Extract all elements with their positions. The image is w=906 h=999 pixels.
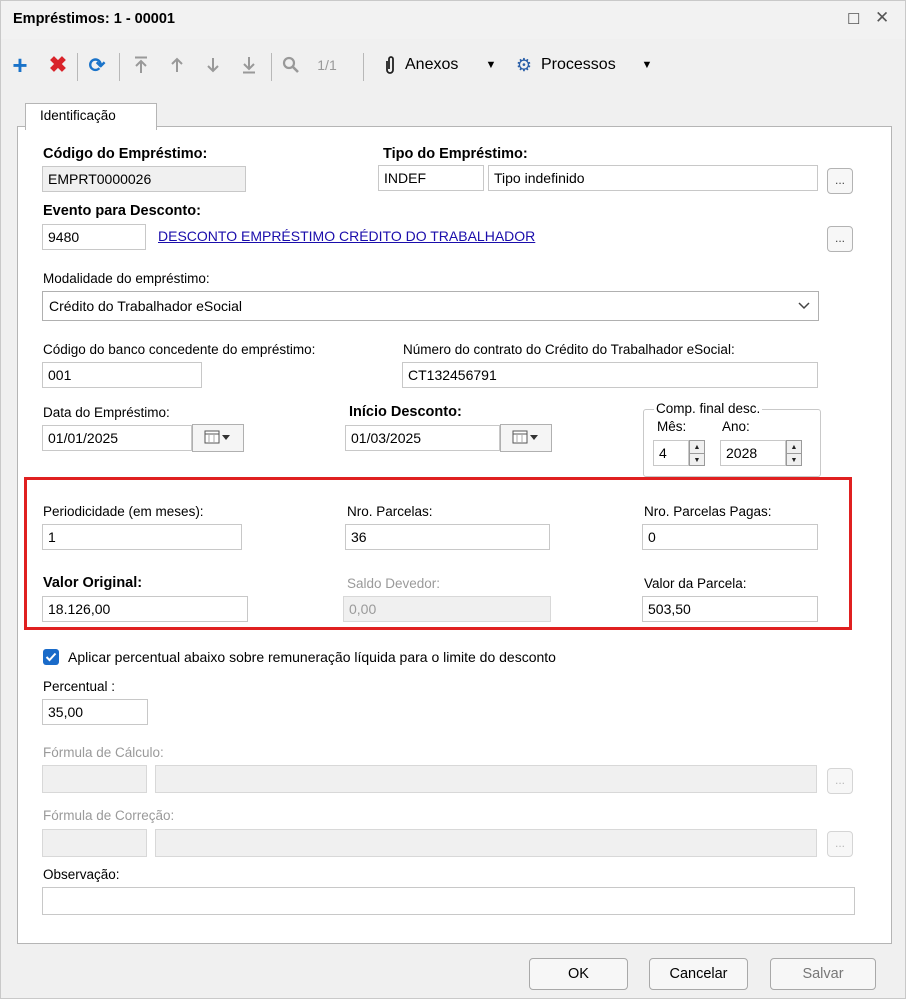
toolbar-separator [119, 53, 120, 81]
tipo-emprestimo-label: Tipo do Empréstimo: [383, 146, 528, 162]
mes-field[interactable]: 4 [653, 440, 689, 466]
gear-icon[interactable]: ⚙ [513, 52, 535, 78]
valor-original-field[interactable]: 18.126,00 [42, 596, 248, 622]
contrato-field[interactable]: CT132456791 [402, 362, 818, 388]
percentual-field[interactable]: 35,00 [42, 699, 148, 725]
calendar-icon [512, 430, 540, 447]
cancel-button[interactable]: Cancelar [649, 958, 748, 990]
processos-menu[interactable]: Processos [541, 52, 633, 78]
anexos-menu[interactable]: Anexos [405, 52, 477, 78]
ano-stepper[interactable]: ▲ ▼ [786, 440, 802, 466]
observacao-field[interactable] [42, 887, 855, 915]
chevron-down-icon[interactable]: ▼ [483, 52, 499, 78]
next-record-icon[interactable] [201, 52, 225, 78]
tipo-lookup-button[interactable]: ... [827, 168, 853, 194]
formula-calculo-lookup-button: ... [827, 768, 853, 794]
chevron-down-icon[interactable]: ▼ [639, 52, 655, 78]
page-indicator: 1/1 [317, 57, 337, 73]
nro-parcelas-pagas-label: Nro. Parcelas Pagas: [644, 504, 772, 519]
checkmark-icon [45, 649, 57, 665]
ano-field[interactable]: 2028 [720, 440, 786, 466]
evento-desconto-code-field[interactable]: 9480 [42, 224, 146, 250]
toolbar-separator [363, 53, 364, 81]
observacao-label: Observação: [43, 867, 120, 882]
data-emprestimo-label: Data do Empréstimo: [43, 405, 170, 420]
modalidade-selected-value: Crédito do Trabalhador eSocial [49, 298, 243, 314]
save-button[interactable]: Salvar [770, 958, 876, 990]
aplicar-percentual-label[interactable]: Aplicar percentual abaixo sobre remunera… [68, 649, 556, 665]
maximize-icon[interactable]: ☐ [847, 10, 860, 28]
tipo-emprestimo-code-field[interactable]: INDEF [378, 165, 484, 191]
ano-label: Ano: [722, 419, 750, 434]
data-emprestimo-calendar-button[interactable] [192, 424, 244, 452]
calendar-icon [204, 430, 232, 447]
last-record-icon[interactable] [237, 52, 261, 78]
tab-label: Identificação [40, 108, 116, 123]
valor-parcela-label: Valor da Parcela: [644, 576, 747, 591]
add-icon[interactable]: + [9, 50, 31, 80]
inicio-desconto-label: Início Desconto: [349, 404, 462, 420]
periodicidade-label: Periodicidade (em meses): [43, 504, 204, 519]
percentual-label: Percentual : [43, 679, 116, 694]
valor-original-label: Valor Original: [43, 575, 143, 591]
formula-correcao-desc-field [155, 829, 817, 857]
formula-calculo-label: Fórmula de Cálculo: [43, 745, 164, 760]
saldo-devedor-field: 0,00 [343, 596, 551, 622]
nro-parcelas-label: Nro. Parcelas: [347, 504, 433, 519]
chevron-up-icon[interactable]: ▲ [690, 441, 704, 454]
chevron-down-icon [798, 292, 810, 329]
evento-desconto-label: Evento para Desconto: [43, 203, 201, 219]
tipo-emprestimo-desc-field: Tipo indefinido [488, 165, 818, 191]
inicio-desconto-calendar-button[interactable] [500, 424, 552, 452]
evento-lookup-button[interactable]: ... [827, 226, 853, 252]
comp-final-label: Comp. final desc. [654, 401, 763, 416]
close-icon[interactable]: ✕ [875, 8, 889, 28]
formula-calculo-desc-field [155, 765, 817, 793]
periodicidade-field[interactable]: 1 [42, 524, 242, 550]
modalidade-select[interactable]: Crédito do Trabalhador eSocial [42, 291, 819, 321]
refresh-icon[interactable]: ⟳ [85, 52, 109, 78]
banco-label: Código do banco concedente do empréstimo… [43, 342, 316, 357]
toolbar: + ✖ ⟳ 1/1 Anexos ▼ ⚙ Processos ▼ [1, 41, 905, 91]
formula-calculo-code-field [42, 765, 147, 793]
window-title: Empréstimos: 1 - 00001 [13, 11, 175, 27]
toolbar-separator [77, 53, 78, 81]
mes-label: Mês: [657, 419, 687, 434]
formula-correcao-label: Fórmula de Correção: [43, 808, 175, 823]
search-icon[interactable] [279, 52, 303, 78]
saldo-devedor-label: Saldo Devedor: [347, 576, 441, 591]
codigo-emprestimo-label: Código do Empréstimo: [43, 146, 208, 162]
ok-button[interactable]: OK [529, 958, 628, 990]
banco-field[interactable]: 001 [42, 362, 202, 388]
nro-parcelas-pagas-field[interactable]: 0 [642, 524, 818, 550]
tab-identificacao[interactable]: Identificação [25, 103, 157, 130]
inicio-desconto-field[interactable]: 01/03/2025 [345, 425, 500, 451]
codigo-emprestimo-field: EMPRT0000026 [42, 166, 246, 192]
aplicar-percentual-checkbox[interactable] [43, 649, 59, 665]
chevron-down-icon[interactable]: ▼ [690, 454, 704, 466]
previous-record-icon[interactable] [165, 52, 189, 78]
mes-stepper[interactable]: ▲ ▼ [689, 440, 705, 466]
toolbar-separator [271, 53, 272, 81]
first-record-icon[interactable] [129, 52, 153, 78]
delete-icon[interactable]: ✖ [47, 52, 69, 78]
paperclip-icon[interactable] [381, 52, 399, 78]
formula-correcao-code-field [42, 829, 147, 857]
valor-parcela-field[interactable]: 503,50 [642, 596, 818, 622]
formula-correcao-lookup-button: ... [827, 831, 853, 857]
chevron-down-icon[interactable]: ▼ [787, 454, 801, 466]
data-emprestimo-field[interactable]: 01/01/2025 [42, 425, 192, 451]
evento-desconto-link[interactable]: DESCONTO EMPRÉSTIMO CRÉDITO DO TRABALHAD… [153, 224, 813, 250]
chevron-up-icon[interactable]: ▲ [787, 441, 801, 454]
nro-parcelas-field[interactable]: 36 [345, 524, 550, 550]
title-bar: Empréstimos: 1 - 00001 ☐ ✕ [1, 1, 905, 39]
modalidade-label: Modalidade do empréstimo: [43, 271, 210, 286]
contrato-label: Número do contrato do Crédito do Trabalh… [403, 342, 735, 357]
